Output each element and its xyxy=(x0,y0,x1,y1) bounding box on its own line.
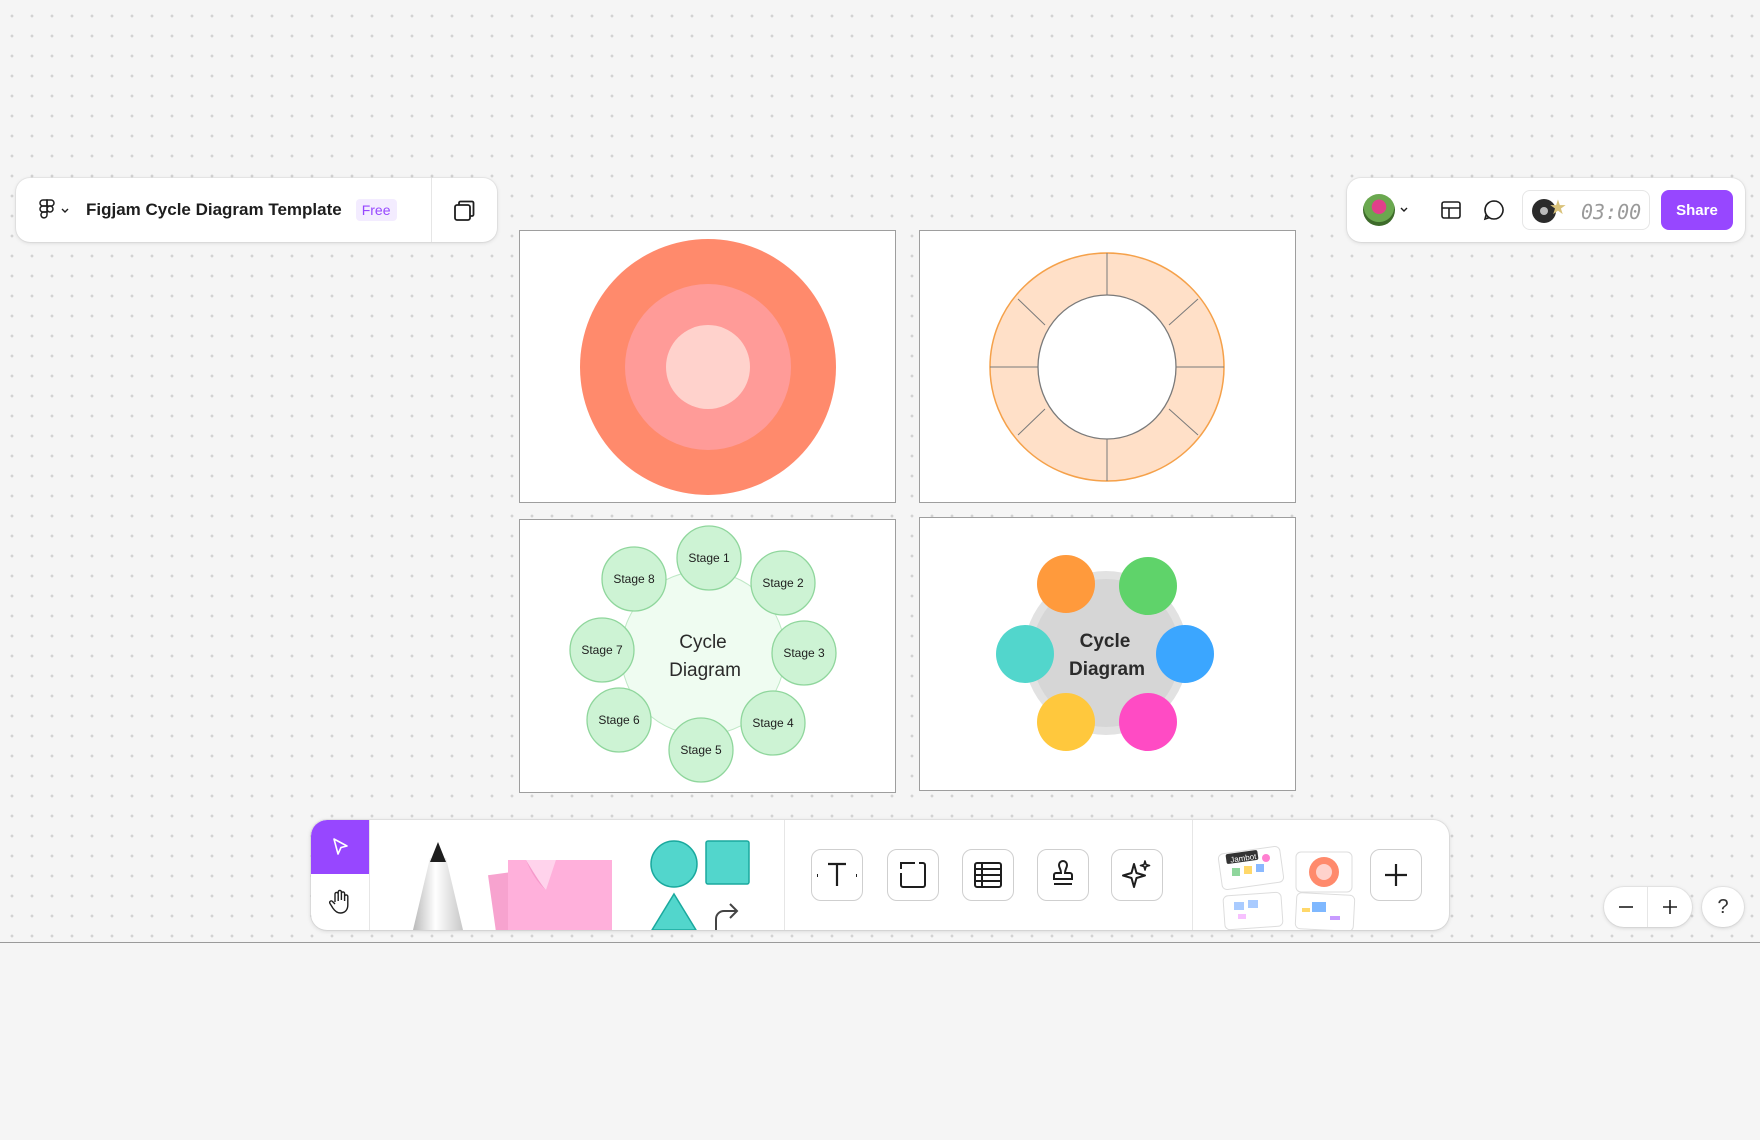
stage-label: Stage 2 xyxy=(762,576,804,590)
hand-tool[interactable] xyxy=(311,874,369,930)
file-title[interactable]: Figjam Cycle Diagram Template xyxy=(86,200,342,220)
divider xyxy=(369,820,370,930)
color-dot-green[interactable] xyxy=(1119,557,1177,615)
file-bar: Figjam Cycle Diagram Template Free xyxy=(16,178,497,242)
plan-badge: Free xyxy=(355,199,397,221)
table-icon xyxy=(974,862,1002,888)
color-dot-yellow[interactable] xyxy=(1037,693,1095,751)
table-tool[interactable] xyxy=(962,849,1014,901)
divider xyxy=(784,820,785,930)
select-tool[interactable] xyxy=(311,820,369,874)
sparkle-icon xyxy=(1122,860,1151,888)
stage-label: Stage 3 xyxy=(783,646,825,660)
zoom-in-button[interactable] xyxy=(1648,887,1692,927)
chevron-down-icon[interactable] xyxy=(1399,204,1409,214)
section-tool[interactable] xyxy=(887,849,939,901)
inner-circle[interactable] xyxy=(666,325,750,409)
stage-label: Stage 6 xyxy=(598,713,640,727)
segmented-ring[interactable] xyxy=(920,231,1297,504)
text-tool[interactable] xyxy=(811,849,863,901)
color-dot-pink[interactable] xyxy=(1119,693,1177,751)
color-dot-teal[interactable] xyxy=(996,625,1054,683)
color-dot-orange[interactable] xyxy=(1037,555,1095,613)
stage-label: Stage 7 xyxy=(581,643,623,657)
frame-concentric-circles[interactable] xyxy=(519,230,896,503)
color-dot-blue[interactable] xyxy=(1156,625,1214,683)
share-button[interactable]: Share xyxy=(1661,190,1733,230)
stage-label: Stage 5 xyxy=(680,743,722,757)
templates[interactable]: Jambot xyxy=(1216,844,1376,930)
frame-stage-cycle[interactable]: Cycle Diagram Stage 1 Stage 2 Stage 3 St… xyxy=(519,519,896,793)
ai-tool[interactable] xyxy=(1111,849,1163,901)
cycle-center-line2: Diagram xyxy=(669,660,741,681)
cursor-icon xyxy=(333,838,348,855)
star-icon: ★ xyxy=(1549,197,1567,219)
collaboration-bar: ★ 03:00 Share xyxy=(1347,178,1745,242)
minus-icon xyxy=(1618,906,1633,908)
more-tools-button[interactable] xyxy=(1370,849,1422,901)
avatar[interactable] xyxy=(1363,194,1395,226)
plus-icon xyxy=(1385,864,1407,886)
stamp-icon xyxy=(1053,860,1073,885)
frame-segmented-ring[interactable] xyxy=(919,230,1296,503)
stage-label: Stage 4 xyxy=(752,716,794,730)
hand-icon xyxy=(328,889,349,914)
zoom-out-button[interactable] xyxy=(1604,887,1647,927)
help-button[interactable]: ? xyxy=(1702,887,1744,927)
cycle-center-line1: Cycle xyxy=(679,632,727,653)
divider xyxy=(431,178,432,242)
zoom-controls xyxy=(1604,887,1692,927)
stage-label: Stage 1 xyxy=(688,551,730,565)
stage-label: Stage 8 xyxy=(613,572,655,586)
comment-icon[interactable] xyxy=(1482,198,1506,222)
layout-icon[interactable] xyxy=(1439,198,1463,222)
divider xyxy=(1192,820,1193,930)
color-cycle-center-line2: Diagram xyxy=(1069,659,1145,680)
main-menu-button[interactable] xyxy=(38,190,70,230)
color-cycle-center-line1: Cycle xyxy=(1080,631,1131,652)
marker-tool[interactable] xyxy=(403,840,473,930)
chevron-down-icon xyxy=(61,208,69,213)
creation-toolbar: Jambot xyxy=(311,820,1449,930)
frame-color-cycle[interactable]: Cycle Diagram xyxy=(919,517,1296,791)
stamp-tool[interactable] xyxy=(1037,849,1089,901)
timer-widget[interactable]: ★ 03:00 xyxy=(1522,190,1650,230)
sticky-note-tool[interactable] xyxy=(486,840,626,930)
shapes-tool[interactable] xyxy=(646,834,756,930)
pages-icon[interactable] xyxy=(450,197,478,225)
page-background xyxy=(0,943,1760,1140)
section-icon xyxy=(900,862,926,888)
text-icon xyxy=(817,862,857,886)
figma-logo-icon xyxy=(39,199,55,219)
timer-display: 03:00 xyxy=(1581,200,1642,224)
plus-icon xyxy=(1663,900,1677,914)
